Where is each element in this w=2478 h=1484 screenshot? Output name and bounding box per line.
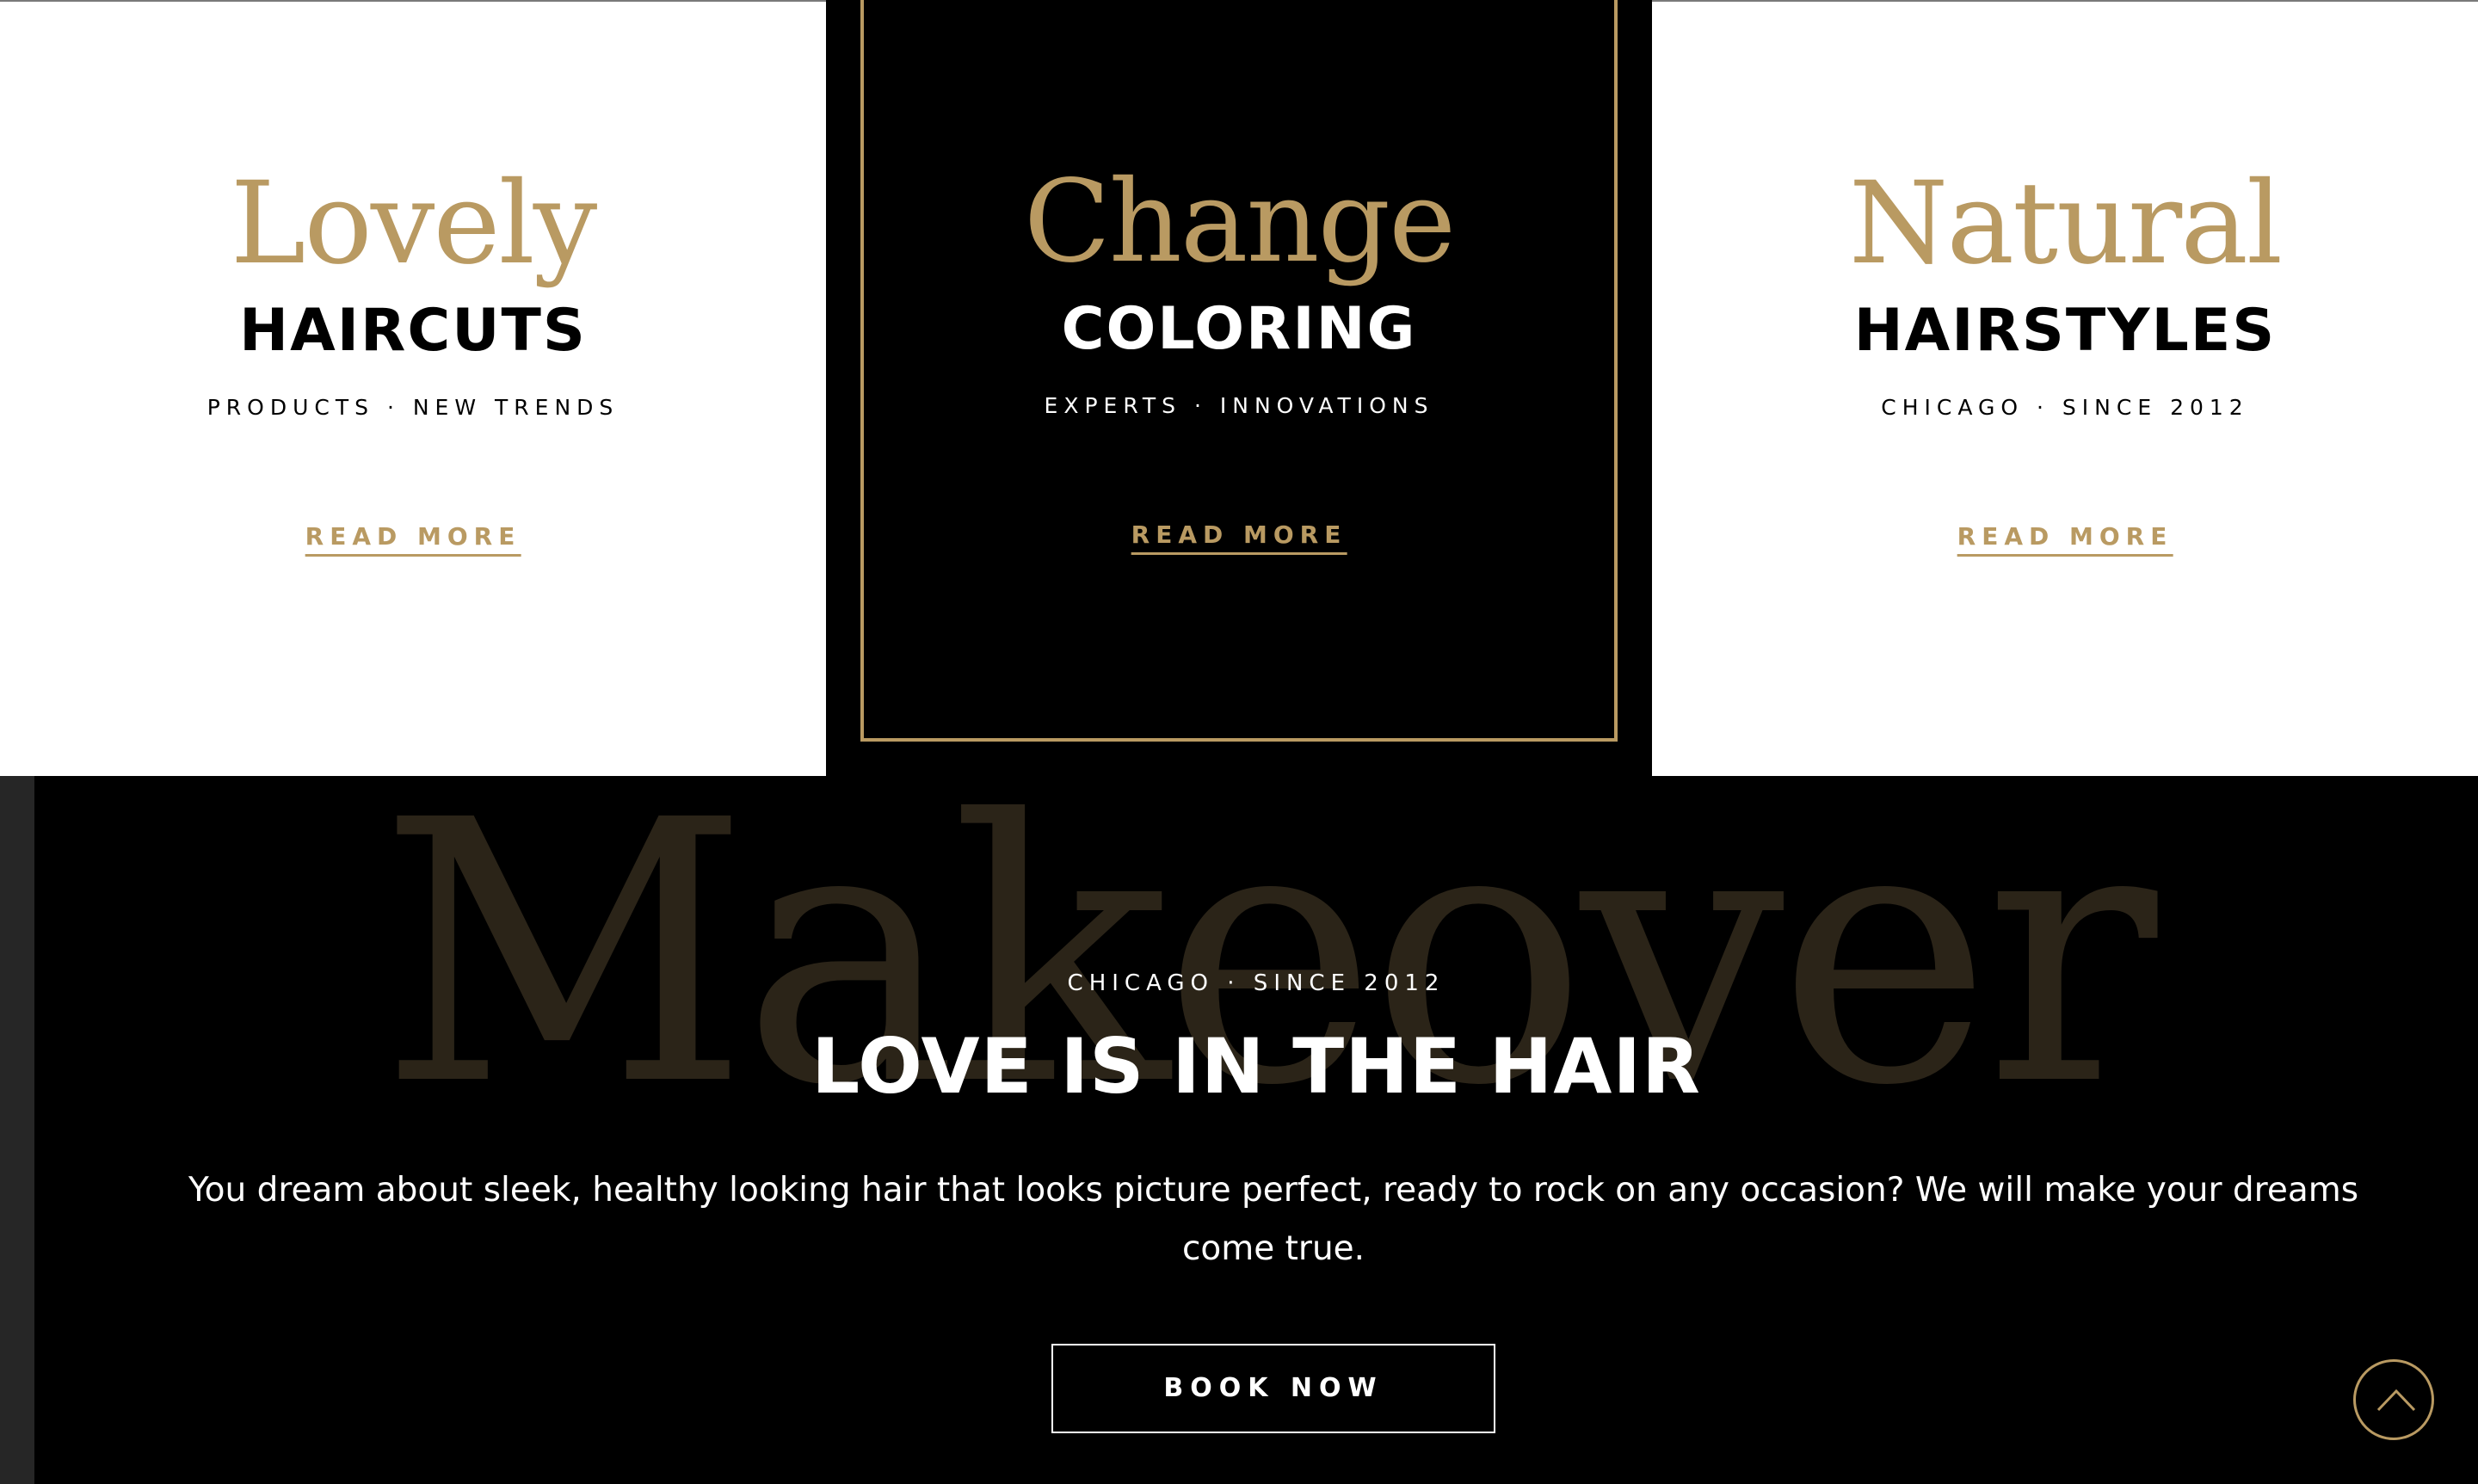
chevron-up-icon [2376, 1389, 2416, 1412]
card-coloring: Change COLORING EXPERTS · INNOVATIONS RE… [826, 0, 1652, 776]
read-more-link-hairstyles[interactable]: READ MORE [1957, 521, 2173, 557]
card-gold-frame [860, 0, 1618, 742]
card-haircuts: Lovely HAIRCUTS PRODUCTS · NEW TRENDS RE… [0, 0, 826, 776]
card-tagline: PRODUCTS · NEW TRENDS [206, 395, 620, 420]
card-heading: HAIRCUTS [239, 297, 587, 365]
read-more-link-haircuts[interactable]: READ MORE [305, 521, 521, 557]
services-cards: Lovely HAIRCUTS PRODUCTS · NEW TRENDS RE… [0, 0, 2478, 776]
card-script-title: Natural [1848, 157, 2283, 290]
hero-section: Makeover CHICAGO · SINCE 2012 LOVE IS IN… [0, 776, 2478, 1484]
book-now-button[interactable]: BOOK NOW [1051, 1344, 1495, 1433]
read-more-link-coloring[interactable]: READ MORE [1131, 520, 1347, 555]
card-tagline: CHICAGO · SINCE 2012 [1881, 395, 2249, 420]
hero-description: You dream about sleek, healthy looking h… [188, 1171, 2359, 1268]
hero-title: LOVE IS IN THE HAIR [811, 1022, 1701, 1111]
card-heading: COLORING [1061, 295, 1417, 363]
card-script-title: Change [1023, 156, 1456, 288]
hero-eyebrow: CHICAGO · SINCE 2012 [1067, 970, 1446, 996]
page: Lovely HAIRCUTS PRODUCTS · NEW TRENDS RE… [0, 0, 2478, 1484]
card-tagline: EXPERTS · INNOVATIONS [1044, 393, 1434, 418]
card-script-title: Lovely [230, 157, 598, 290]
scroll-to-top-button[interactable] [2353, 1359, 2434, 1440]
card-heading: HAIRSTYLES [1853, 297, 2277, 365]
card-hairstyles: Natural HAIRSTYLES CHICAGO · SINCE 2012 … [1652, 0, 2478, 776]
